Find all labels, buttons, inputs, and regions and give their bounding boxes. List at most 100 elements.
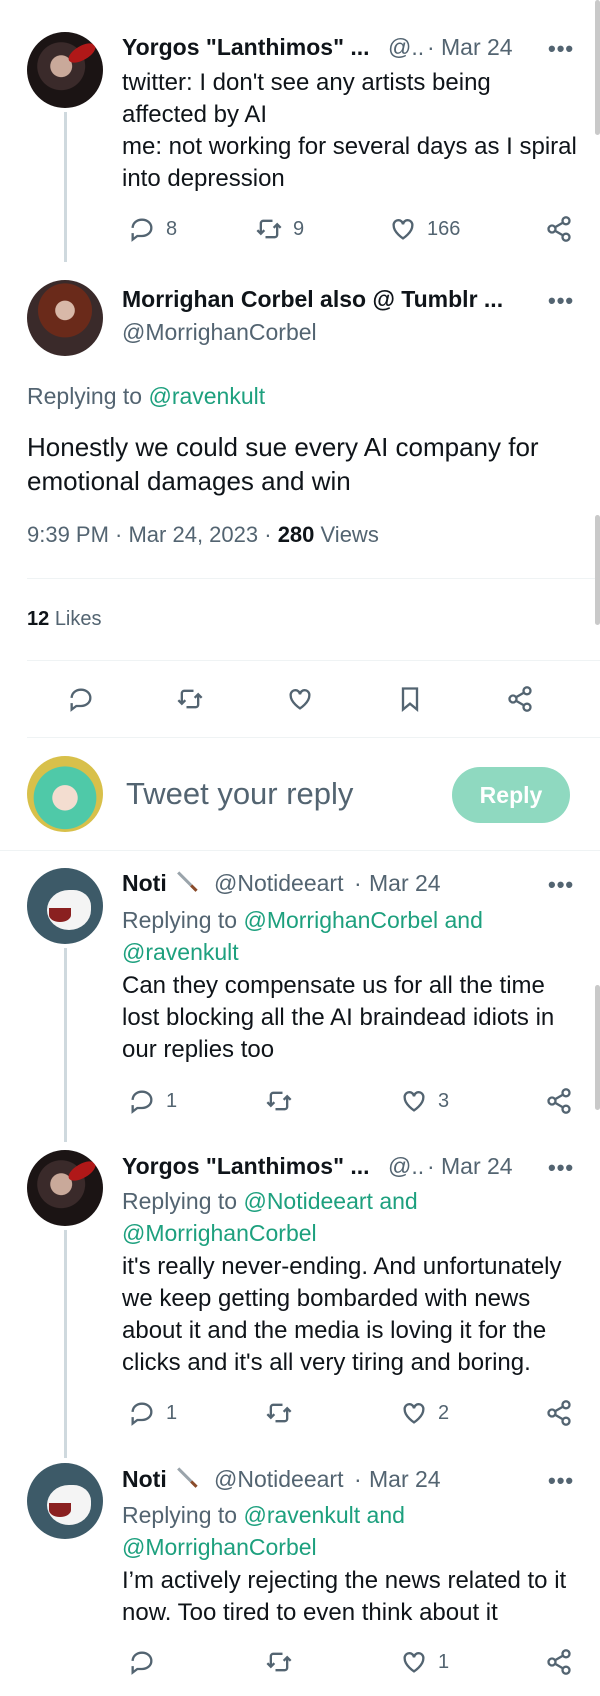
reply-icon bbox=[70, 688, 92, 712]
like-button[interactable]: 2 bbox=[400, 1399, 449, 1427]
divider bbox=[0, 850, 600, 851]
divider bbox=[27, 737, 600, 738]
author-name[interactable]: Noti bbox=[122, 1466, 167, 1493]
likes-summary[interactable]: 12 Likes bbox=[27, 608, 102, 631]
bookmark-icon bbox=[401, 687, 419, 712]
separator: · bbox=[427, 34, 435, 60]
more-options-button[interactable]: ••• bbox=[548, 1155, 574, 1181]
reply-icon bbox=[131, 1090, 153, 1114]
retweet-icon bbox=[177, 689, 203, 709]
share-button[interactable] bbox=[506, 685, 534, 713]
reply-button[interactable] bbox=[67, 685, 95, 713]
mention-link[interactable]: @ravenkult bbox=[148, 383, 265, 409]
mention-link[interactable]: @Notideeart and bbox=[243, 1188, 417, 1214]
author-name[interactable]: Yorgos "Lanthimos" ... bbox=[122, 1153, 370, 1180]
author-handle[interactable]: @.. bbox=[388, 1153, 424, 1180]
share-button[interactable] bbox=[545, 1648, 573, 1676]
share-button[interactable] bbox=[545, 1399, 573, 1427]
tweet-date[interactable]: Mar 24 bbox=[369, 1466, 441, 1493]
like-button[interactable]: 166 bbox=[389, 215, 460, 243]
heart-icon bbox=[289, 689, 311, 710]
retweet-icon bbox=[266, 1652, 292, 1672]
reply-input[interactable]: Tweet your reply bbox=[126, 776, 353, 812]
retweet-button[interactable] bbox=[265, 1648, 293, 1676]
separator: · bbox=[427, 1153, 435, 1179]
author-handle[interactable]: @Notideeart bbox=[214, 870, 343, 897]
like-count: 1 bbox=[438, 1650, 450, 1673]
tweet-date[interactable]: Mar 24 bbox=[369, 870, 441, 897]
tweet-text: Can they compensate us for all the time … bbox=[122, 972, 555, 1063]
reply-button[interactable]: 1 bbox=[128, 1399, 177, 1427]
scrollbar[interactable] bbox=[595, 515, 600, 625]
like-count: 3 bbox=[438, 1089, 450, 1112]
avatar[interactable] bbox=[27, 280, 103, 356]
like-button[interactable]: 3 bbox=[400, 1087, 449, 1115]
like-count: 166 bbox=[427, 217, 461, 240]
reply-button[interactable]: 8 bbox=[128, 215, 177, 243]
tweet-date[interactable]: Mar 24 bbox=[441, 1153, 513, 1180]
avatar[interactable] bbox=[27, 868, 103, 944]
share-icon bbox=[547, 1649, 571, 1675]
author-name[interactable]: Noti bbox=[122, 870, 167, 897]
retweet-button[interactable] bbox=[265, 1399, 293, 1427]
more-options-button[interactable]: ••• bbox=[548, 288, 574, 314]
author-name[interactable]: Morrighan Corbel also @ Tumblr ... bbox=[122, 286, 503, 313]
like-button[interactable] bbox=[286, 685, 314, 713]
reply-button[interactable]: 1 bbox=[128, 1087, 177, 1115]
reply-icon bbox=[131, 1651, 153, 1675]
like-count: 2 bbox=[438, 1401, 450, 1424]
mention-link[interactable]: @ravenkult and bbox=[243, 1502, 404, 1528]
reply-icon bbox=[131, 1402, 153, 1426]
retweet-icon bbox=[256, 219, 282, 239]
heart-icon bbox=[403, 1652, 425, 1673]
share-button[interactable] bbox=[545, 1087, 573, 1115]
mention-link[interactable]: @ravenkult bbox=[122, 936, 483, 968]
heart-icon bbox=[403, 1403, 425, 1424]
divider bbox=[27, 660, 600, 661]
reply-submit-button[interactable]: Reply bbox=[452, 767, 570, 823]
tweet-text: Honestly we could sue every AI company f… bbox=[27, 432, 539, 496]
mention-link[interactable]: @MorrighanCorbel bbox=[122, 1217, 418, 1249]
replying-to: Replying to @ravenkult and @MorrighanCor… bbox=[122, 1499, 405, 1563]
mention-link[interactable]: @MorrighanCorbel and bbox=[243, 907, 482, 933]
share-icon bbox=[547, 1088, 571, 1114]
author-handle[interactable]: @.. bbox=[388, 34, 424, 61]
scrollbar[interactable] bbox=[595, 0, 600, 135]
avatar[interactable] bbox=[27, 1150, 103, 1226]
knife-emoji-icon bbox=[176, 866, 202, 894]
tweet-text: it's really never-ending. And unfortunat… bbox=[122, 1253, 562, 1376]
author-handle[interactable]: @MorrighanCorbel bbox=[122, 319, 317, 346]
author-name[interactable]: Yorgos "Lanthimos" ... bbox=[122, 34, 370, 61]
share-button[interactable] bbox=[545, 215, 573, 243]
more-options-button[interactable]: ••• bbox=[548, 872, 574, 898]
separator: · bbox=[354, 870, 362, 896]
retweet-button[interactable] bbox=[176, 685, 204, 713]
retweet-button[interactable]: 9 bbox=[255, 215, 304, 243]
user-avatar[interactable] bbox=[27, 756, 103, 832]
reply-count: 1 bbox=[166, 1401, 178, 1424]
tweet-date[interactable]: Mar 24 bbox=[441, 34, 513, 61]
retweet-icon bbox=[266, 1091, 292, 1111]
reply-icon bbox=[131, 218, 153, 242]
author-handle[interactable]: @Notideeart bbox=[214, 1466, 343, 1493]
share-icon bbox=[547, 1400, 571, 1426]
retweet-count: 9 bbox=[293, 217, 305, 240]
tweet-timestamp[interactable]: 9:39 PM · Mar 24, 2023 · 280 Views bbox=[27, 522, 379, 548]
avatar[interactable] bbox=[27, 1463, 103, 1539]
heart-icon bbox=[392, 219, 414, 240]
retweet-icon bbox=[266, 1403, 292, 1423]
retweet-button[interactable] bbox=[265, 1087, 293, 1115]
mention-link[interactable]: @MorrighanCorbel bbox=[122, 1531, 405, 1563]
reply-count: 1 bbox=[166, 1089, 178, 1112]
like-button[interactable]: 1 bbox=[400, 1648, 449, 1676]
more-options-button[interactable]: ••• bbox=[548, 36, 574, 62]
bookmark-button[interactable] bbox=[396, 685, 424, 713]
knife-emoji-icon bbox=[176, 1462, 202, 1490]
views-label: Views bbox=[320, 522, 379, 547]
more-options-button[interactable]: ••• bbox=[548, 1468, 574, 1494]
views-count: 280 bbox=[277, 522, 315, 547]
avatar[interactable] bbox=[27, 32, 103, 108]
reply-button[interactable] bbox=[128, 1648, 156, 1676]
scrollbar[interactable] bbox=[595, 985, 600, 1110]
replying-to: Replying to @ravenkult bbox=[27, 383, 266, 409]
